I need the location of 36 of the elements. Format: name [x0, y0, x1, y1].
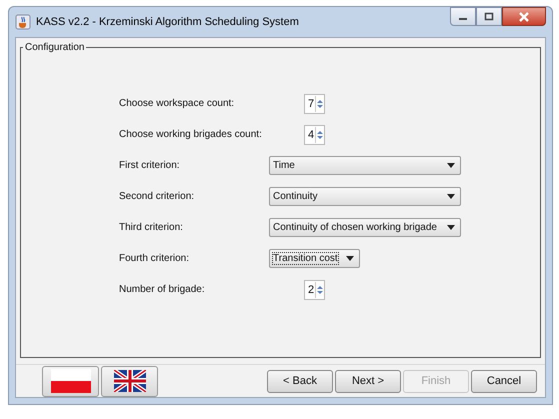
field-label: Fourth criterion:	[119, 253, 190, 264]
caret-icon	[447, 225, 455, 230]
spinner-arrows-icon	[316, 98, 324, 110]
language-button[interactable]	[42, 366, 99, 396]
language-button[interactable]	[101, 366, 158, 396]
dropdown[interactable]: Continuity	[269, 187, 461, 206]
field-label: Choose workspace count:	[119, 98, 236, 109]
polish-flag-icon	[50, 368, 90, 392]
spinner-arrows-icon	[316, 284, 324, 296]
wizard-button[interactable]: < Back	[267, 370, 333, 392]
panel-title: Configuration	[24, 42, 86, 53]
maximize-icon	[484, 12, 494, 21]
field-label: Third criterion:	[119, 222, 184, 233]
minimize-button[interactable]	[450, 7, 476, 26]
spinner-arrows-icon	[316, 128, 324, 140]
wizard-button[interactable]: Next >	[335, 370, 401, 392]
close-icon	[518, 12, 530, 22]
dropdown[interactable]: Time	[269, 156, 461, 175]
field-label: First criterion:	[119, 160, 181, 171]
field-label: Second criterion:	[119, 191, 196, 202]
close-button[interactable]	[502, 7, 546, 26]
dropdown[interactable]: Transition cost	[269, 249, 360, 268]
maximize-button[interactable]	[476, 7, 502, 26]
field-label: Choose working brigades count:	[119, 129, 263, 140]
field-label: Number of brigade:	[119, 284, 206, 295]
caret-icon	[346, 256, 354, 261]
caret-icon	[447, 163, 455, 168]
coffee-cup-icon	[15, 14, 31, 30]
british-flag-icon	[114, 370, 146, 392]
wizard-button[interactable]: Cancel	[471, 370, 537, 392]
number-spinner[interactable]: 2	[304, 280, 326, 300]
dropdown[interactable]: Continuity of chosen working brigade	[269, 218, 461, 237]
number-spinner[interactable]: 4	[304, 124, 326, 144]
caret-icon	[447, 194, 455, 199]
number-spinner[interactable]: 7	[304, 94, 326, 114]
window-title: KASS v2.2 - Krzeminski Algorithm Scheduling System	[36, 16, 299, 28]
